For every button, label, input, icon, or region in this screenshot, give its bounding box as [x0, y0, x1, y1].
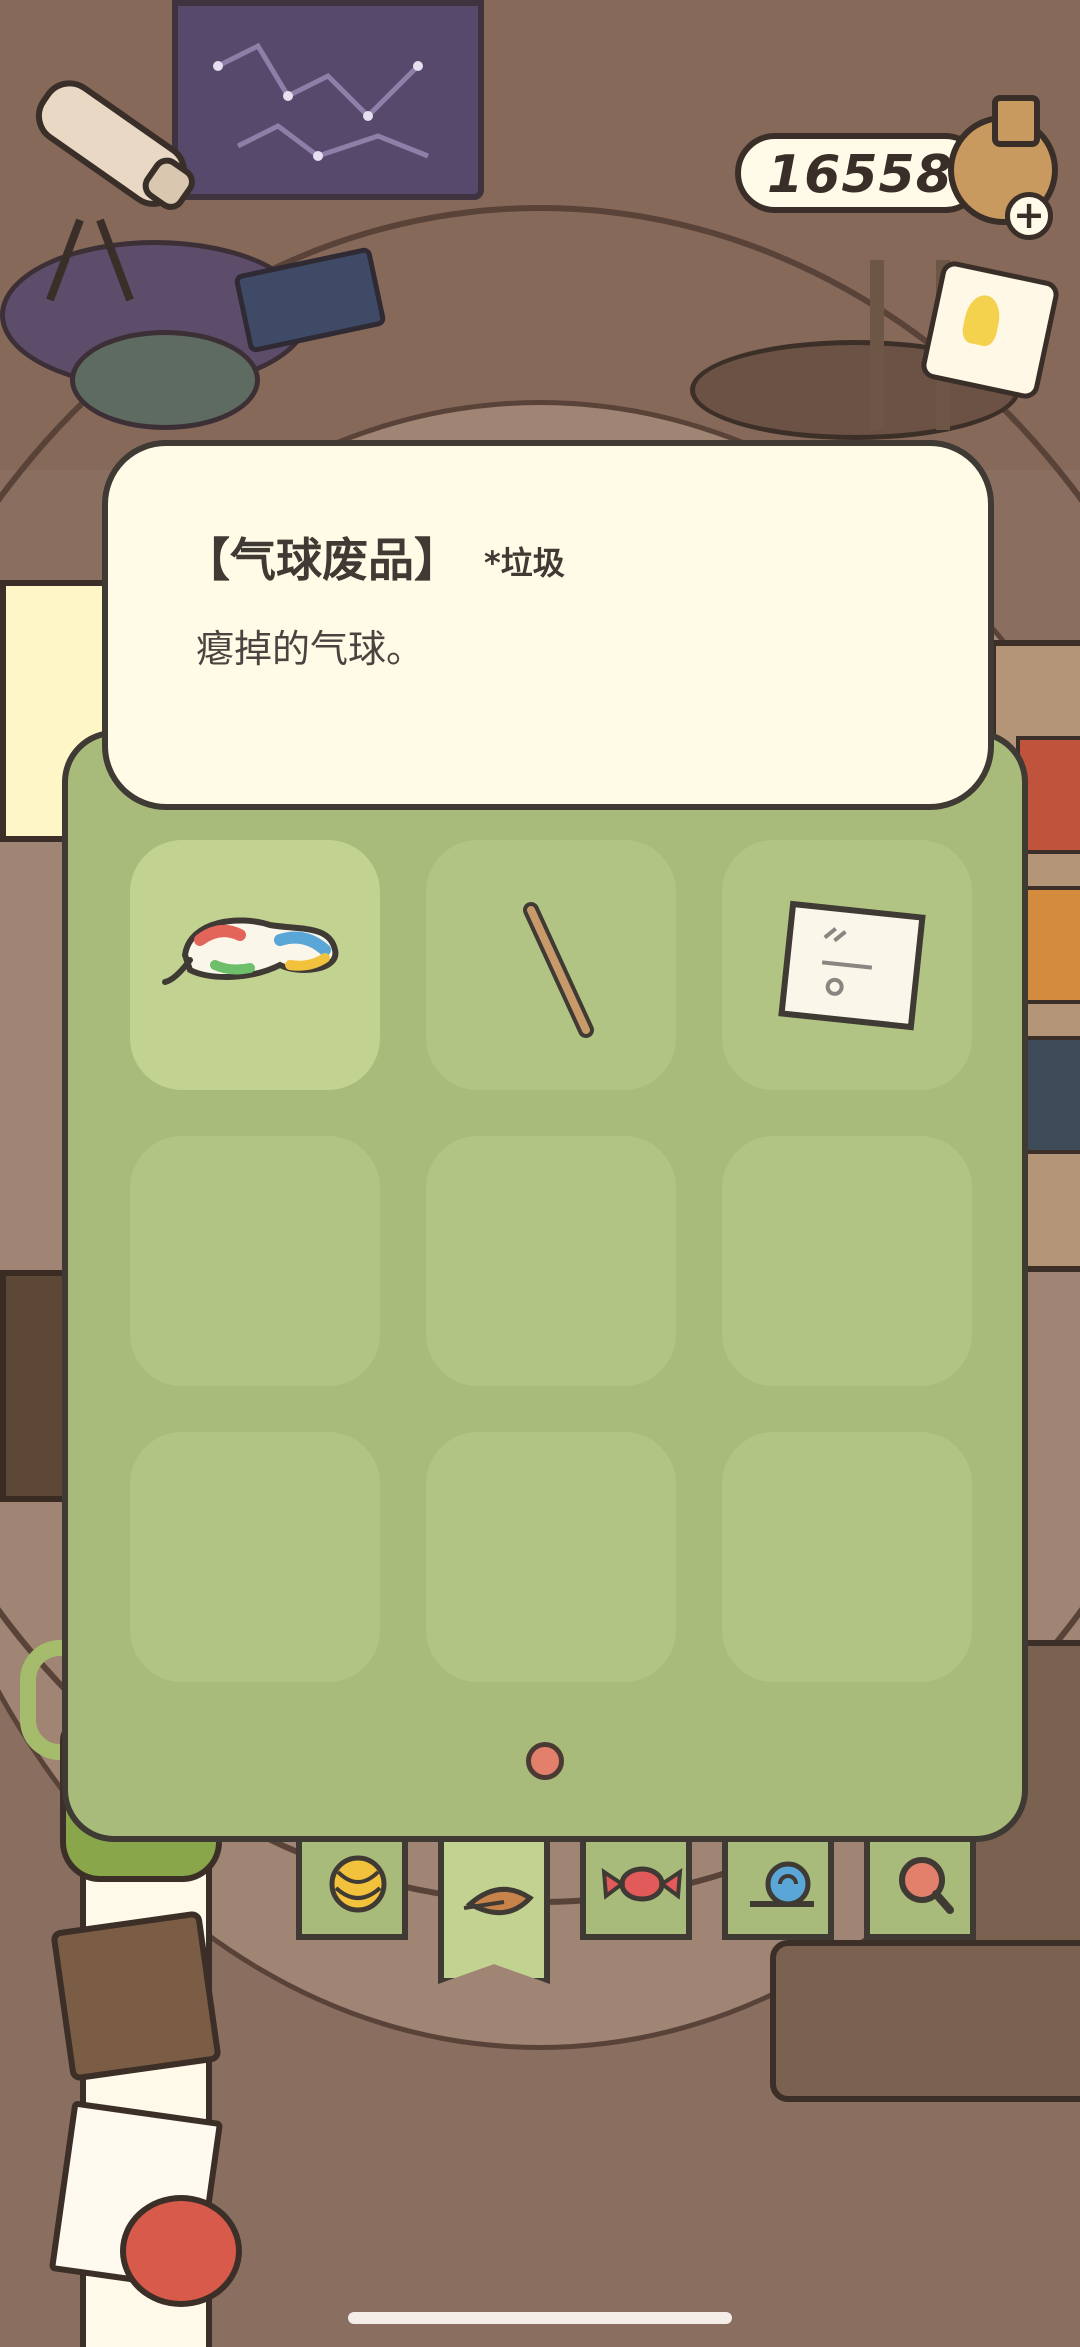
wooden-stick-icon [523, 902, 594, 1038]
inventory-slot-empty[interactable] [130, 1432, 380, 1682]
inventory-slot-empty[interactable] [722, 1432, 972, 1682]
journal-icon[interactable] [50, 1910, 222, 2082]
cushion [70, 330, 260, 430]
leaf-icon [463, 1886, 534, 1916]
plus-icon[interactable]: + [1005, 192, 1053, 240]
item-info-card: 【气球废品】 *垃圾 瘪掉的气球。 [102, 440, 994, 810]
inventory-slot-stick[interactable] [426, 840, 676, 1090]
tab-magnifier[interactable] [864, 1842, 976, 1940]
magnifier-icon [899, 1857, 954, 1914]
inventory-panel [62, 730, 1028, 1842]
yarn-ball-icon [329, 1855, 387, 1913]
tab-yarn[interactable] [296, 1842, 408, 1940]
item-description: 瘪掉的气球。 [196, 627, 425, 671]
snail-icon [750, 1861, 814, 1907]
page-indicator-dot[interactable] [526, 1742, 564, 1780]
inventory-slot-paper[interactable] [722, 840, 972, 1090]
wooden-crate [770, 1940, 1080, 2102]
tab-snail[interactable] [722, 1842, 834, 1940]
home-indicator[interactable] [348, 2312, 732, 2324]
candy-icon [601, 1866, 683, 1902]
star-map-poster [172, 0, 484, 200]
inventory-slot-empty[interactable] [426, 1136, 676, 1386]
telescope-icon [35, 80, 195, 302]
candle-card [918, 258, 1062, 402]
paper-note-icon [778, 900, 926, 1031]
game-scene: 16558 + 【气球废品】 *垃圾 瘪掉的气球。 [0, 0, 1080, 2347]
inventory-slot-balloon[interactable] [130, 840, 380, 1090]
inventory-slot-empty[interactable] [426, 1432, 676, 1682]
item-category: *垃圾 [484, 544, 565, 582]
item-title: 【气球废品】 [184, 533, 460, 587]
deflated-balloon-icon [162, 917, 339, 985]
clover-amount: 16558 [767, 145, 953, 205]
apple-icon[interactable] [120, 2195, 242, 2307]
inventory-slot-empty[interactable] [722, 1136, 972, 1386]
tab-candy[interactable] [580, 1842, 692, 1940]
tab-leaf[interactable] [438, 1842, 550, 1984]
inventory-slot-empty[interactable] [130, 1136, 380, 1386]
